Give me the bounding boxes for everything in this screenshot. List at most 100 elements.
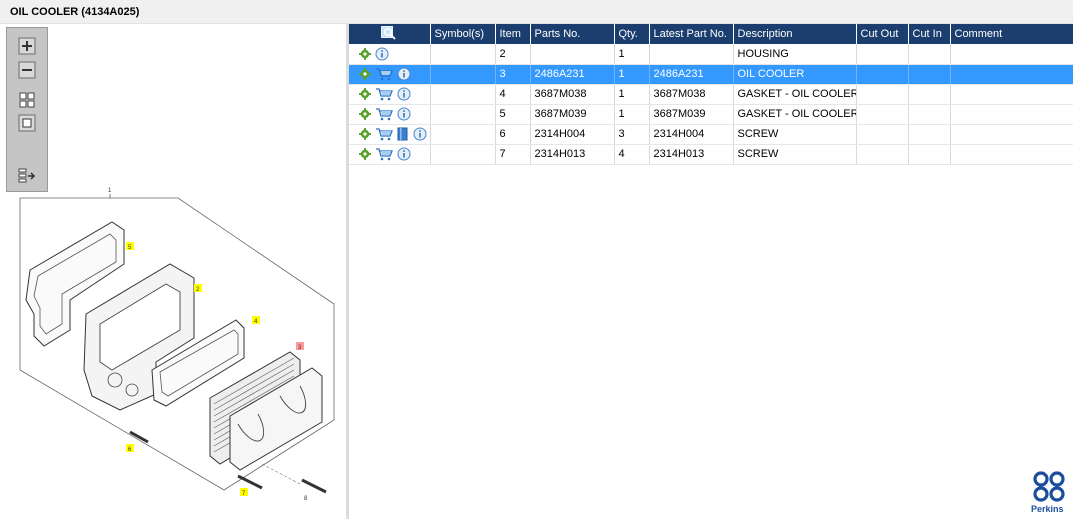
cell-symbols[interactable] [430, 124, 496, 145]
cell-cut-in[interactable] [908, 144, 951, 165]
column-header-qty[interactable]: Qty. [614, 24, 650, 44]
cell-item[interactable]: 5 [495, 104, 531, 125]
cell-cut-out[interactable] [856, 144, 909, 165]
actual-size-button[interactable] [17, 114, 37, 132]
cell-cut-in[interactable] [908, 64, 951, 85]
gear-icon[interactable] [359, 47, 371, 60]
cell-part-no[interactable]: 3687M039 [530, 104, 615, 125]
cart-icon[interactable] [375, 147, 393, 161]
cell-cut-in[interactable] [908, 44, 951, 65]
cell-description[interactable]: HOUSING [733, 44, 857, 65]
cell-qty[interactable]: 3 [614, 124, 650, 145]
cell-symbols[interactable] [430, 144, 496, 165]
cell-latest-part-no[interactable]: 3687M038 [649, 84, 734, 105]
table-row[interactable]: 5 3687M039 1 3687M039 GASKET - OIL COOLER [349, 104, 1073, 125]
gear-icon[interactable] [359, 88, 371, 100]
info-icon[interactable] [375, 47, 389, 61]
cell-comment[interactable] [950, 84, 1073, 105]
cell-symbols[interactable] [430, 44, 496, 65]
gear-icon[interactable] [359, 148, 371, 160]
cell-description[interactable]: GASKET - OIL COOLER [733, 84, 857, 105]
cell-comment[interactable] [950, 144, 1073, 165]
cell-item[interactable]: 6 [495, 124, 531, 145]
column-header-item[interactable]: Item [495, 24, 531, 44]
column-header-parts-no[interactable]: Parts No. [530, 24, 615, 44]
cell-qty[interactable]: 4 [614, 144, 650, 165]
cell-latest-part-no[interactable] [649, 44, 734, 65]
column-header-symbols[interactable]: Symbol(s) [430, 24, 496, 44]
column-header-icons[interactable] [349, 24, 431, 44]
info-icon[interactable] [397, 87, 411, 101]
cell-item[interactable]: 2 [495, 44, 531, 65]
search-icon[interactable] [381, 25, 397, 40]
cell-comment[interactable] [950, 64, 1073, 85]
cell-cut-in[interactable] [908, 104, 951, 125]
svg-text:1: 1 [108, 188, 112, 194]
cell-description[interactable]: SCREW [733, 144, 857, 165]
info-icon[interactable] [413, 127, 427, 141]
cell-cut-in[interactable] [908, 84, 951, 105]
column-header-comment[interactable]: Comment [950, 24, 1073, 44]
cell-symbols[interactable] [430, 84, 496, 105]
cell-description[interactable]: OIL COOLER [733, 64, 857, 85]
cell-item[interactable]: 4 [495, 84, 531, 105]
zoom-out-button[interactable] [17, 61, 37, 79]
cell-cut-out[interactable] [856, 124, 909, 145]
cell-symbols[interactable] [430, 104, 496, 125]
gear-icon[interactable] [359, 128, 371, 140]
gear-icon[interactable] [359, 108, 371, 120]
column-header-cut-in[interactable]: Cut In [908, 24, 951, 44]
diagram-pane[interactable]: 1 5 2 4 3 6 7 8 [0, 24, 346, 519]
cell-symbols[interactable] [430, 64, 496, 85]
book-icon[interactable] [397, 127, 409, 141]
fit-window-button[interactable] [17, 91, 37, 109]
table-row[interactable]: 4 3687M038 1 3687M038 GASKET - OIL COOLER [349, 84, 1073, 105]
row-actions [349, 44, 431, 65]
cell-cut-out[interactable] [856, 104, 909, 125]
info-icon[interactable] [397, 147, 411, 161]
cart-icon[interactable] [375, 67, 393, 81]
table-row[interactable]: 7 2314H013 4 2314H013 SCREW [349, 144, 1073, 165]
cell-latest-part-no[interactable]: 2314H013 [649, 144, 734, 165]
cart-icon[interactable] [375, 87, 393, 101]
cell-latest-part-no[interactable]: 2314H004 [649, 124, 734, 145]
cell-part-no[interactable] [530, 44, 615, 65]
cell-qty[interactable]: 1 [614, 104, 650, 125]
exploded-view-drawing[interactable]: 1 5 2 4 3 6 7 8 [0, 184, 346, 519]
cell-qty[interactable]: 1 [614, 44, 650, 65]
column-header-cut-out[interactable]: Cut Out [856, 24, 909, 44]
zoom-in-button[interactable] [17, 37, 37, 55]
info-icon[interactable] [397, 107, 411, 121]
info-icon[interactable] [397, 67, 411, 81]
cell-part-no[interactable]: 2486A231 [530, 64, 615, 85]
cell-cut-out[interactable] [856, 64, 909, 85]
cell-qty[interactable]: 1 [614, 84, 650, 105]
cell-cut-out[interactable] [856, 84, 909, 105]
cell-comment[interactable] [950, 124, 1073, 145]
row-actions [349, 64, 431, 85]
table-row[interactable]: 6 2314H004 3 2314H004 SCREW [349, 124, 1073, 145]
cell-cut-out[interactable] [856, 44, 909, 65]
cell-item[interactable]: 3 [495, 64, 531, 85]
cart-icon[interactable] [375, 127, 393, 141]
table-row[interactable]: 2 1 HOUSING [349, 44, 1073, 65]
export-icon [18, 168, 36, 183]
table-row[interactable]: 3 2486A231 1 2486A231 OIL COOLER [349, 64, 1073, 85]
cart-icon[interactable] [375, 107, 393, 121]
cell-cut-in[interactable] [908, 124, 951, 145]
cell-description[interactable]: SCREW [733, 124, 857, 145]
gear-icon[interactable] [359, 68, 371, 80]
cell-part-no[interactable]: 3687M038 [530, 84, 615, 105]
cell-description[interactable]: GASKET - OIL COOLER [733, 104, 857, 125]
cell-part-no[interactable]: 2314H013 [530, 144, 615, 165]
toggle-list-button[interactable] [17, 167, 37, 185]
cell-item[interactable]: 7 [495, 144, 531, 165]
cell-comment[interactable] [950, 104, 1073, 125]
cell-part-no[interactable]: 2314H004 [530, 124, 615, 145]
cell-latest-part-no[interactable]: 2486A231 [649, 64, 734, 85]
column-header-latest-part-no[interactable]: Latest Part No. [649, 24, 734, 44]
cell-comment[interactable] [950, 44, 1073, 65]
column-header-description[interactable]: Description [733, 24, 857, 44]
cell-qty[interactable]: 1 [614, 64, 650, 85]
cell-latest-part-no[interactable]: 3687M039 [649, 104, 734, 125]
